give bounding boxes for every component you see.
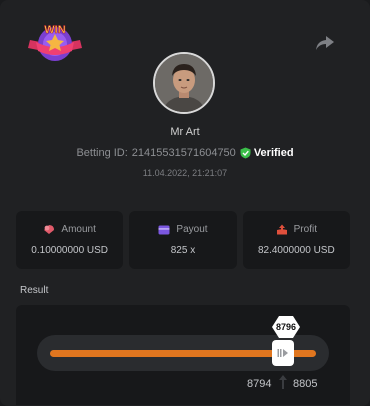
result-label: Result bbox=[20, 285, 49, 296]
slider-handle[interactable] bbox=[272, 340, 294, 366]
stat-payout-label: Payout bbox=[176, 224, 208, 235]
coins-icon bbox=[44, 225, 55, 234]
stat-amount: Amount 0.10000000 USD bbox=[16, 211, 124, 269]
stat-profit-label: Profit bbox=[293, 224, 317, 235]
card-icon bbox=[158, 225, 170, 234]
stat-payout: Payout 825 x bbox=[129, 211, 237, 269]
win-badge-icon: WIN bbox=[28, 24, 82, 61]
betting-id-value: 21415531571604750 bbox=[131, 147, 236, 159]
verified-label: Verified bbox=[253, 147, 294, 159]
avatar bbox=[153, 52, 215, 114]
result-panel: 8796 8794 8805 bbox=[16, 305, 350, 405]
stat-profit: Profit 82.4000000 USD bbox=[242, 211, 350, 269]
betting-id-row: Betting ID: 21415531571604750 Verified bbox=[0, 147, 370, 159]
stats-row: Amount 0.10000000 USD Payout 825 x Profi… bbox=[16, 211, 350, 269]
grip-icon bbox=[277, 349, 288, 357]
verified-badge: Verified bbox=[240, 147, 294, 159]
bet-timestamp: 11.04.2022, 21:21:07 bbox=[142, 168, 228, 178]
betting-id-label: Betting ID: bbox=[76, 147, 128, 159]
stat-amount-value: 0.10000000 USD bbox=[31, 245, 109, 256]
shield-check-icon bbox=[240, 147, 251, 159]
share-icon[interactable] bbox=[314, 34, 336, 52]
range-min: 8794 bbox=[247, 378, 272, 390]
range-max: 8805 bbox=[293, 378, 318, 390]
bet-details-card: WIN Mr Art Betting ID: 21415531571604750… bbox=[0, 0, 370, 406]
win-badge-text: WIN bbox=[44, 24, 65, 36]
result-value: 8796 bbox=[275, 322, 297, 332]
profit-icon bbox=[276, 224, 287, 235]
user-name: Mr Art bbox=[170, 126, 200, 138]
stat-payout-value: 825 x bbox=[170, 245, 196, 256]
range-arrow-icon bbox=[279, 375, 287, 389]
avatar-image bbox=[155, 54, 213, 112]
stat-profit-value: 82.4000000 USD bbox=[257, 245, 335, 256]
stat-amount-label: Amount bbox=[61, 224, 96, 235]
